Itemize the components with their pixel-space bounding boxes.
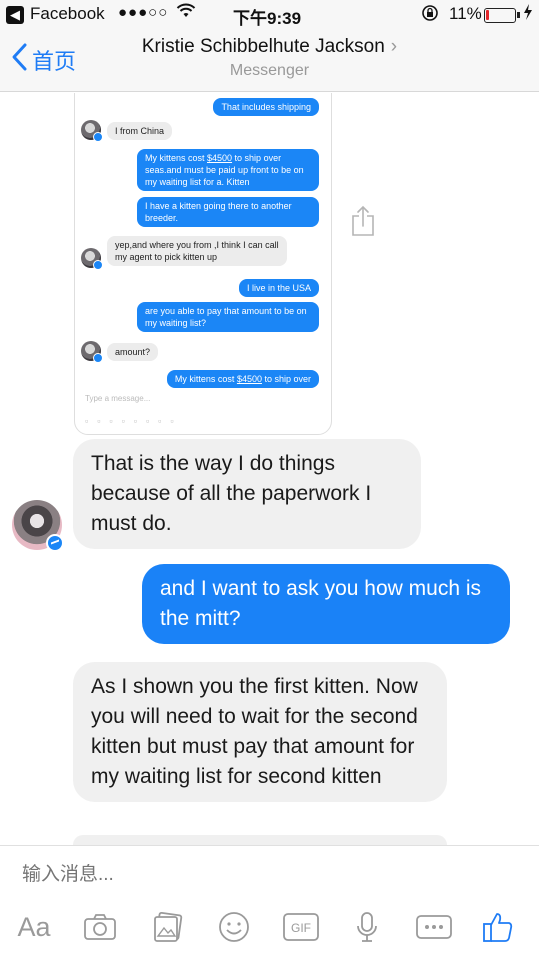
mini-avatar	[81, 341, 103, 363]
conversation-subtitle: Messenger	[229, 62, 310, 79]
thumbs-up-icon[interactable]	[480, 910, 516, 944]
camera-icon[interactable]	[82, 910, 118, 944]
mini-message-out: I have a kitten going there to another b…	[137, 197, 319, 227]
mini-message-out: My kittens cost $4500 to ship over seas.…	[137, 149, 319, 191]
battery-percent: 11%	[449, 4, 482, 23]
message-bubble-partial[interactable]	[73, 835, 447, 845]
text-format-button[interactable]: Aa	[14, 910, 54, 944]
gif-icon[interactable]: GIF	[281, 910, 321, 944]
message-thread[interactable]: That includes shipping I from China My k…	[0, 93, 539, 845]
microphone-icon[interactable]	[352, 910, 382, 944]
composer: Aa GIF	[0, 845, 539, 960]
messenger-badge-icon	[46, 534, 64, 552]
message-bubble-incoming[interactable]: As I shown you the first kitten. Now you…	[73, 662, 447, 802]
mini-message-in: amount?	[107, 343, 159, 361]
back-app-label[interactable]: Facebook	[30, 4, 105, 24]
message-input[interactable]	[22, 864, 502, 886]
message-bubble-incoming[interactable]: That is the way I do things because of a…	[73, 439, 421, 549]
status-bar: ◀ Facebook ●●●○○ 下午9:39 11%	[0, 0, 539, 30]
wifi-icon	[176, 3, 196, 24]
message-bubble-outgoing[interactable]: and I want to ask you how much is the mi…	[142, 564, 510, 644]
orientation-lock-icon	[421, 4, 439, 26]
gallery-icon[interactable]	[150, 910, 186, 944]
more-icon[interactable]	[414, 910, 454, 944]
mini-avatar	[81, 248, 103, 270]
shared-screenshot-image[interactable]: That includes shipping I from China My k…	[74, 93, 332, 435]
message-text: That is the way I do things because of a…	[91, 452, 372, 535]
battery-level	[486, 10, 489, 20]
contact-name[interactable]: Kristie Schibbelhute Jackson ›	[0, 36, 539, 58]
mini-message-out: My kittens cost $4500 to ship over	[166, 370, 319, 388]
mini-message-out: I live in the USA	[238, 279, 319, 297]
contact-name-text: Kristie Schibbelhute Jackson	[141, 36, 385, 57]
battery-nub	[517, 12, 520, 18]
clock: 下午9:39	[233, 9, 302, 28]
signal-strength-icon: ●●●○○	[118, 4, 169, 21]
mini-message-in: yep,and where you from ,I think I can ca…	[107, 236, 287, 266]
mini-message-out: That includes shipping	[213, 98, 319, 116]
svg-text:GIF: GIF	[291, 921, 311, 935]
message-text: As I shown you the first kitten. Now you…	[91, 675, 418, 788]
mini-message-out: are you able to pay that amount to be on…	[137, 302, 319, 332]
message-text: and I want to ask you how much is the mi…	[160, 577, 481, 630]
emoji-icon[interactable]	[216, 910, 252, 944]
battery-icon	[484, 8, 516, 23]
chevron-right-icon: ›	[390, 36, 398, 57]
mini-avatar	[81, 120, 103, 142]
mini-input-placeholder: Type a message...	[85, 394, 151, 403]
share-icon[interactable]	[350, 205, 376, 237]
mini-message-in: I from China	[107, 122, 173, 140]
mini-toolbar-icons: ▫▫▫▫▫▫▫▫	[85, 416, 183, 426]
back-to-app-icon[interactable]: ◀	[6, 6, 24, 24]
charging-icon	[523, 4, 533, 23]
conversation-header: 首页 Kristie Schibbelhute Jackson › Messeng…	[0, 30, 539, 92]
